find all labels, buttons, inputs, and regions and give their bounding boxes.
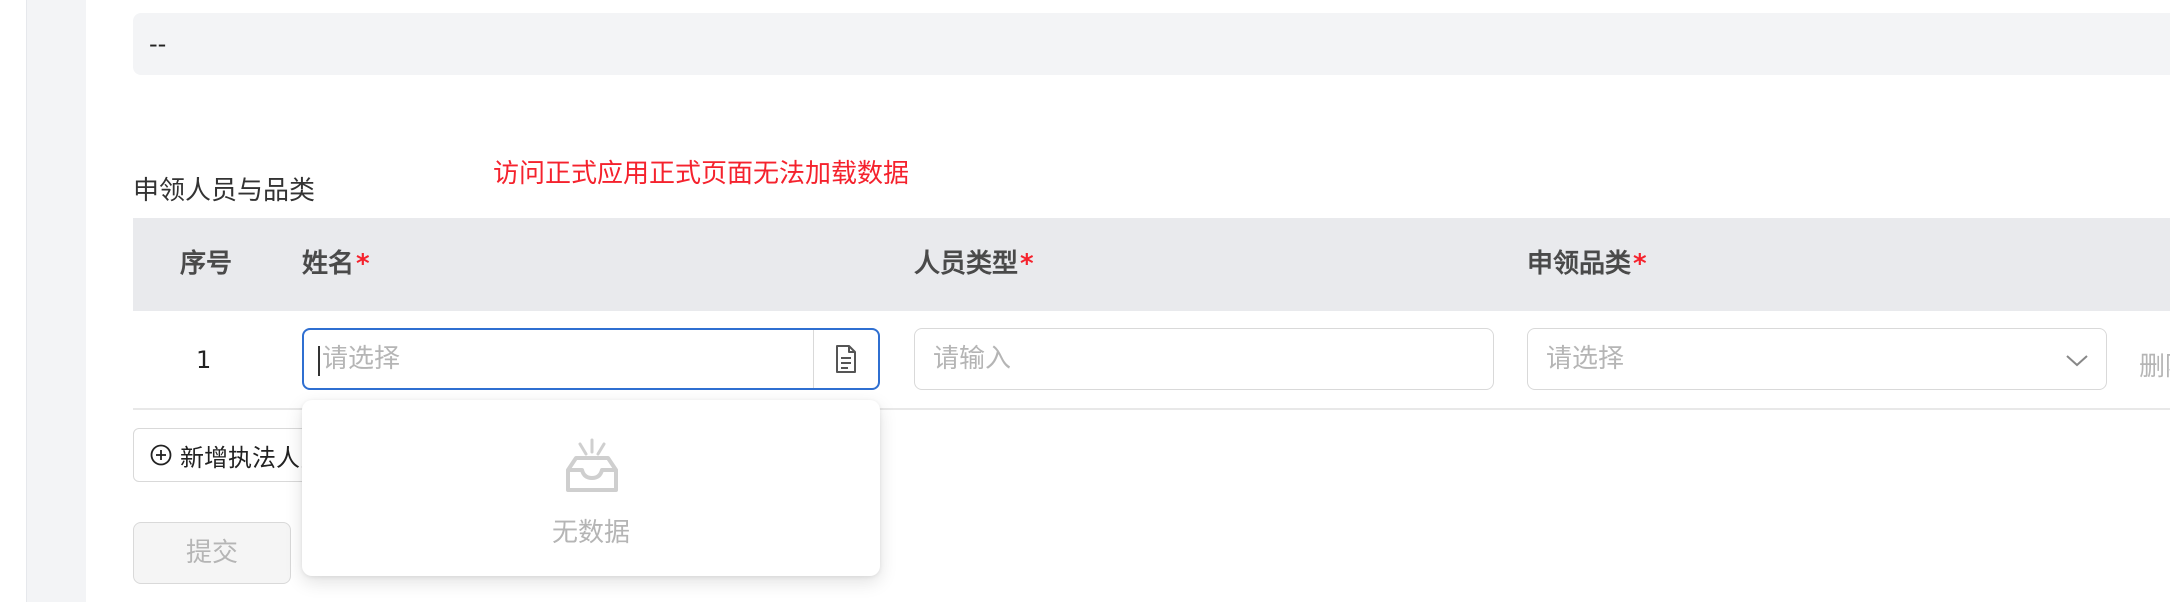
form-content: -- 申领人员与品类 访问正式应用正式页面无法加载数据 序号 姓名* 人员类型*… [86, 0, 2170, 602]
table-header: 序号 姓名* 人员类型* 申领品类* [133, 218, 2170, 311]
section-title: 申领人员与品类 [133, 176, 316, 206]
required-mark: * [1633, 249, 1647, 279]
empty-state-text: 无数据 [551, 518, 630, 548]
column-header-category: 申领品类* [1527, 249, 1647, 279]
readonly-value-field: -- [133, 13, 2170, 75]
required-mark: * [1020, 249, 1034, 279]
column-header-index: 序号 [180, 249, 233, 279]
delete-row-link[interactable]: 删除 [2139, 346, 2170, 383]
column-header-person-type: 人员类型* [914, 249, 1034, 279]
category-placeholder: 请选择 [1546, 344, 1625, 374]
submit-button[interactable]: 提交 [133, 522, 291, 584]
person-type-input[interactable]: 请输入 [914, 328, 1494, 390]
column-header-name: 姓名* [302, 249, 370, 279]
category-select[interactable]: 请选择 [1527, 328, 2107, 390]
readonly-value-text: -- [149, 30, 167, 58]
row-index: 1 [196, 346, 212, 374]
empty-inbox-icon [566, 438, 618, 492]
text-cursor [318, 346, 320, 376]
document-icon [836, 345, 856, 373]
chevron-down-icon [2066, 355, 2088, 367]
person-type-placeholder: 请输入 [933, 344, 1012, 374]
name-dropdown-panel: 无数据 [302, 400, 880, 576]
name-picker-button[interactable] [813, 330, 878, 388]
plus-circle-icon [150, 444, 172, 466]
name-placeholder: 请选择 [322, 344, 401, 374]
required-mark: * [356, 249, 370, 279]
name-select-input[interactable]: 请选择 [302, 328, 880, 390]
left-panel [0, 0, 27, 602]
error-message: 访问正式应用正式页面无法加载数据 [493, 159, 910, 189]
